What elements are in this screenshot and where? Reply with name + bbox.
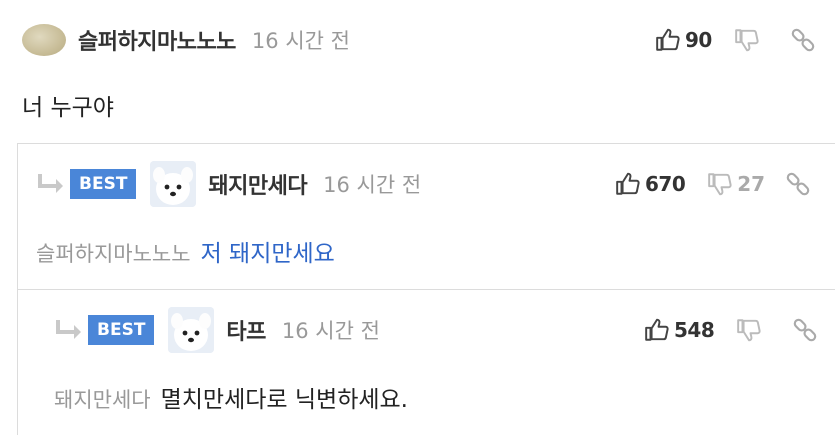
mention-username[interactable]: 슬퍼하지마노노노: [36, 242, 191, 266]
thumbs-up-icon: [656, 28, 680, 51]
avatar[interactable]: [150, 161, 197, 207]
like-button[interactable]: 548: [644, 317, 715, 343]
avatar[interactable]: [168, 307, 215, 353]
comment: BEST 돼지만세다 16 시간 전 670 27 슬퍼하지마노노노 저 돼지만세…: [17, 143, 835, 290]
link-icon: [791, 28, 815, 52]
comment-author[interactable]: 슬퍼하지마노노노: [78, 24, 236, 56]
comment-time: 16 시간 전: [323, 173, 422, 197]
link-icon: [793, 318, 817, 342]
dislike-count: 27: [737, 172, 766, 196]
like-button[interactable]: 90: [655, 27, 712, 53]
avatar[interactable]: [22, 24, 66, 56]
link-button[interactable]: [792, 317, 818, 343]
like-count: 548: [674, 318, 715, 342]
thumbs-up-icon: [645, 318, 669, 341]
reply-arrow-icon: [56, 320, 81, 339]
comment-text: 멸치만세다로 닉변하세요.: [160, 387, 408, 413]
comment-body: 슬퍼하지마노노노 저 돼지만세요: [36, 234, 335, 268]
comment-text: 저 돼지만세요: [200, 241, 335, 267]
thumbs-down-icon: [735, 29, 759, 52]
like-button[interactable]: 670: [615, 171, 686, 197]
dislike-button[interactable]: [734, 27, 764, 53]
thumbs-up-icon: [616, 172, 640, 195]
like-count: 670: [645, 172, 686, 196]
best-badge: BEST: [70, 169, 137, 199]
comment-author[interactable]: 타프: [226, 314, 266, 346]
comment-author[interactable]: 돼지만세다: [208, 168, 307, 200]
comment-body: 너 누구야: [22, 95, 114, 121]
dislike-button[interactable]: 27: [707, 171, 765, 197]
mention-username[interactable]: 돼지만세다: [54, 388, 151, 412]
thumbs-down-icon: [708, 173, 732, 196]
comment: BEST 타프 16 시간 전 548 돼지만세다 멸치만세다로 닉변하세요.: [17, 289, 835, 435]
best-badge: BEST: [88, 315, 155, 345]
link-icon: [786, 172, 810, 196]
link-button[interactable]: [785, 171, 811, 197]
dislike-button[interactable]: [736, 317, 766, 343]
like-count: 90: [685, 28, 712, 52]
comment-time: 16 시간 전: [251, 29, 350, 53]
comment-time: 16 시간 전: [281, 319, 380, 343]
comment: 슬퍼하지마노노노 16 시간 전 90 너 누구야: [0, 0, 835, 143]
comment-body: 돼지만세다 멸치만세다로 닉변하세요.: [54, 380, 408, 414]
link-button[interactable]: [790, 27, 816, 53]
thumbs-down-icon: [737, 319, 761, 342]
reply-arrow-icon: [38, 174, 63, 193]
